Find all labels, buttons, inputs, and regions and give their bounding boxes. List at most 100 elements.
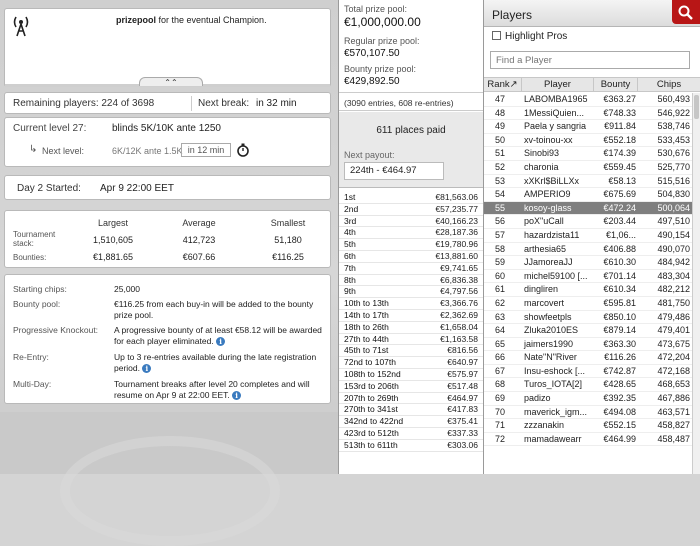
player-name: 1MessiQuien...: [524, 107, 585, 118]
player-name: michel59100 [...: [524, 270, 588, 281]
player-row[interactable]: 60 michel59100 [... €701.14 483,304: [484, 270, 692, 284]
player-rank: 65: [495, 338, 506, 349]
player-bounty: €742.87: [603, 365, 636, 376]
player-chips: 525,770: [657, 161, 690, 172]
search-button[interactable]: [672, 0, 700, 24]
player-row[interactable]: 67 Insu-eshock [... €742.87 472,168: [484, 365, 692, 379]
prize-pool-summary: Total prize pool: €1,000,000.00 Regular …: [339, 0, 483, 93]
payout-amount: €337.33: [447, 427, 478, 438]
player-bounty: €58.13: [608, 175, 636, 186]
players-scrollbar[interactable]: [692, 93, 700, 474]
player-name: arthesia65: [524, 243, 567, 254]
payout-amount: €13,881.60: [435, 250, 478, 261]
payout-row: 10th to 13th €3,366.76: [339, 298, 483, 310]
player-row[interactable]: 57 hazardzista11 €1,06... 490,154: [484, 229, 692, 243]
column-player[interactable]: Player: [522, 78, 594, 91]
player-row[interactable]: 54 AMPERIO9 €675.69 504,830: [484, 188, 692, 202]
payout-row: 270th to 341st €417.83: [339, 404, 483, 417]
players-table-body: 47 LABOMBA1965 €363.27 560,493 48 1MessiQuien…: [484, 93, 692, 447]
info-icon[interactable]: i: [142, 364, 152, 374]
player-bounty: €610.30: [603, 257, 636, 268]
player-row[interactable]: 52 charonia €559.45 525,770: [484, 161, 692, 175]
player-bounty: €675.69: [603, 189, 636, 200]
player-chips: 497,510: [657, 216, 690, 227]
player-row[interactable]: 72 mamadawearr €464.99 458,487: [484, 433, 692, 447]
player-row[interactable]: 64 Zluka2010ES €879.14 479,401: [484, 324, 692, 338]
multiday-value-block: Tournament breaks after level 20 complet…: [114, 379, 329, 401]
player-row[interactable]: 48 1MessiQuien... €748.33 546,922: [484, 107, 692, 121]
payout-row: 8th €6,836.38: [339, 275, 483, 287]
player-row[interactable]: 63 showfeetpls €850.10 479,486: [484, 311, 692, 325]
payout-row: 1st €81,563.06: [339, 192, 483, 204]
player-row[interactable]: 62 marcovert €595.81 481,750: [484, 297, 692, 311]
player-rank: 71: [495, 420, 506, 431]
player-row[interactable]: 59 JJamoreaJJ €610.30 484,942: [484, 256, 692, 270]
payout-amount: €303.06: [447, 439, 478, 450]
payout-amount: €375.41: [447, 416, 478, 427]
remaining-players: Remaining players: 224 of 3698: [13, 98, 155, 109]
highlight-pros-checkbox[interactable]: Highlight Pros: [492, 31, 567, 42]
payout-row: 207th to 269th €464.97: [339, 393, 483, 405]
player-chips: 473,675: [657, 338, 690, 349]
player-rank: 64: [495, 325, 506, 336]
player-row[interactable]: 58 arthesia65 €406.88 490,070: [484, 243, 692, 257]
player-name: dingliren: [524, 284, 559, 295]
player-chips: 530,676: [657, 148, 690, 159]
player-row[interactable]: 55 kosoy-glass €472.24 500,064: [484, 201, 692, 216]
smallest-header: Smallest: [270, 218, 306, 228]
player-name: Nate"N"River: [524, 352, 577, 363]
payout-amount: €464.97: [447, 392, 478, 403]
player-row[interactable]: 68 Turos_IOTA[2] €428.65 468,653: [484, 378, 692, 393]
player-row[interactable]: 65 jaimers1990 €363.30 473,675: [484, 338, 692, 352]
player-rank: 56: [495, 216, 506, 227]
regular-prize-label: Regular prize pool:: [344, 36, 420, 46]
bounty-prize-value: €429,892.50: [344, 76, 400, 87]
player-bounty: €610.34: [603, 284, 636, 295]
player-row[interactable]: 66 Nate"N"River €116.26 472,204: [484, 351, 692, 365]
player-name: marcovert: [524, 297, 565, 308]
news-ticker: prizepool for the eventual Champion. ⌃⌃: [4, 8, 331, 87]
find-player-input[interactable]: [490, 51, 690, 69]
player-row[interactable]: 50 xv-toinou-xx €552.18 533,453: [484, 134, 692, 148]
starting-chips-value: 25,000: [114, 284, 140, 294]
payout-place: 8th: [344, 274, 356, 285]
payout-amount: €40,166.23: [435, 215, 478, 226]
current-level-label: Current level 27:: [13, 123, 87, 134]
scrollbar-thumb[interactable]: [694, 95, 699, 119]
column-bounty[interactable]: Bounty: [594, 78, 638, 91]
stopwatch-icon[interactable]: [237, 143, 249, 157]
player-row[interactable]: 47 LABOMBA1965 €363.27 560,493: [484, 93, 692, 107]
player-row[interactable]: 69 padizo €392.35 467,886: [484, 392, 692, 406]
stack-stats-panel: Largest Average Smallest Tournament stac…: [4, 210, 331, 268]
info-icon[interactable]: i: [232, 391, 242, 401]
player-rank: 57: [495, 229, 506, 240]
payout-row: 18th to 26th €1,658.04: [339, 322, 483, 334]
player-row[interactable]: 70 maverick_igm... €494.08 463,571: [484, 406, 692, 420]
payout-row: 72nd to 107th €640.97: [339, 357, 483, 369]
player-row[interactable]: 61 dingliren €610.34 482,212: [484, 283, 692, 297]
payout-amount: €1,163.58: [440, 333, 478, 344]
player-row[interactable]: 49 Paela y sangria €911.84 538,746: [484, 120, 692, 134]
payout-amount: €9,741.65: [440, 262, 478, 273]
column-rank[interactable]: Rank↗: [484, 78, 522, 91]
largest-header: Largest: [97, 218, 129, 228]
player-row[interactable]: 56 poX"uCall €203.44 497,510: [484, 215, 692, 229]
info-icon[interactable]: i: [216, 337, 226, 347]
payout-row: 6th €13,881.60: [339, 251, 483, 263]
player-row[interactable]: 71 zzzanakin €552.15 458,827: [484, 419, 692, 433]
collapse-news-button[interactable]: ⌃⌃: [139, 77, 203, 87]
player-name: padizo: [524, 393, 551, 404]
player-row[interactable]: 53 xXKrl$BiLLXx €58.13 515,516: [484, 175, 692, 189]
prize-pool-column: Total prize pool: €1,000,000.00 Regular …: [338, 0, 484, 474]
player-chips: 504,830: [657, 189, 690, 200]
players-table-header: Rank↗ Player Bounty Chips: [484, 77, 700, 92]
payout-row: 108th to 152nd €575.97: [339, 369, 483, 381]
payout-place: 10th to 13th: [344, 298, 389, 309]
player-chips: 546,922: [657, 107, 690, 118]
player-name: xv-toinou-xx: [524, 134, 573, 145]
checkbox-icon[interactable]: [492, 31, 501, 40]
player-name: kosoy-glass: [524, 202, 572, 213]
player-row[interactable]: 51 Sinobi93 €174.39 530,676: [484, 147, 692, 161]
column-chips[interactable]: Chips: [638, 78, 700, 91]
news-message: prizepool for the eventual Champion.: [116, 15, 267, 25]
